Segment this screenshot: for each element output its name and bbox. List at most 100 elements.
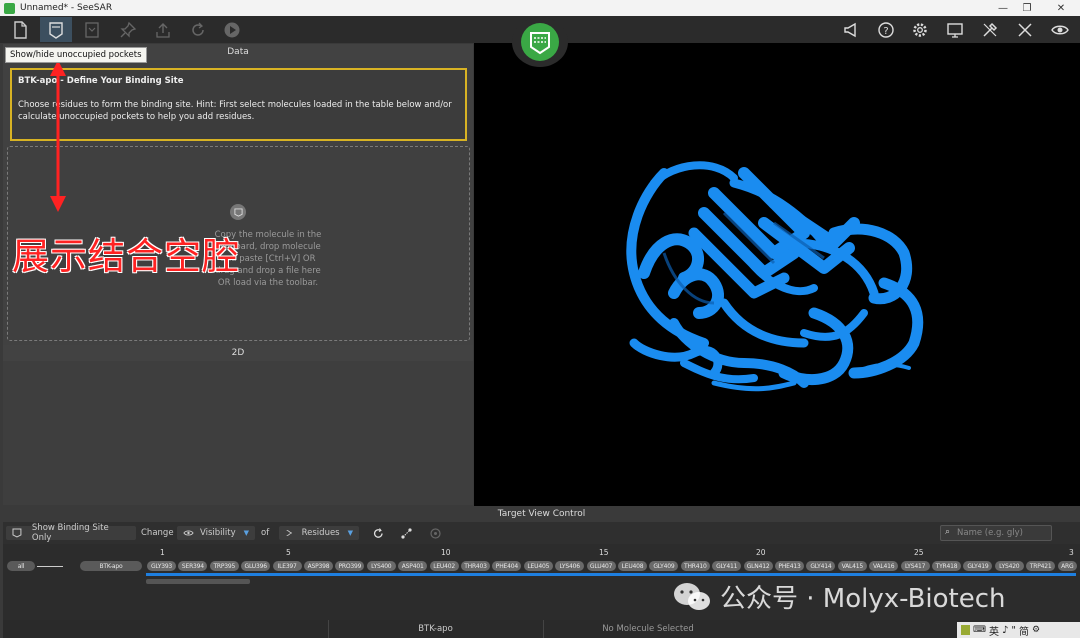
residue-chip[interactable]: GLN412 (743, 561, 773, 571)
residue-chip[interactable]: PRO399 (335, 561, 365, 571)
status-target: BTK-apo (418, 624, 453, 634)
residue-chip[interactable]: PHE413 (775, 561, 804, 571)
residue-chip[interactable]: TRP395 (209, 561, 239, 571)
refresh-icon (192, 22, 204, 36)
ime-logo-icon (961, 625, 970, 635)
ruler-number: 5 (286, 548, 291, 557)
help-button[interactable]: ? (870, 17, 902, 42)
play-icon (224, 22, 240, 37)
protein-ribbon (626, 161, 924, 392)
residues-dropdown[interactable]: Residues ▼ (279, 526, 359, 540)
help-icon: ? (878, 21, 894, 38)
residue-chip[interactable]: LYS400 (366, 561, 396, 571)
residue-chip[interactable]: GLY411 (712, 561, 742, 571)
residue-chip[interactable]: GLY409 (649, 561, 679, 571)
pin-button[interactable] (112, 17, 144, 42)
residue-chip[interactable]: GLY414 (806, 561, 836, 571)
ruler-number: 15 (599, 548, 609, 557)
pocket-save-button[interactable] (76, 17, 108, 42)
gear-icon (913, 22, 927, 37)
announce-button[interactable] (835, 17, 867, 42)
residue-search-input[interactable]: ⌕ Name (e.g. gly) (940, 525, 1052, 541)
link-icon (401, 527, 412, 539)
residue-chip[interactable]: TRP421 (1026, 561, 1056, 571)
ruler-number: 3 (1069, 548, 1074, 557)
keyboard-icon: ⌨ (973, 625, 986, 635)
refresh-button[interactable] (182, 17, 214, 42)
twod-panel (3, 361, 473, 505)
label-button[interactable] (429, 526, 442, 540)
status-molecule: No Molecule Selected (602, 624, 694, 634)
residue-chip[interactable]: GLY393 (147, 561, 176, 571)
residue-chip[interactable]: PHE404 (492, 561, 522, 571)
target-view-control-header: Target View Control (3, 506, 1080, 521)
residue-chip[interactable]: GLU407 (586, 561, 616, 571)
tools-button[interactable] (974, 17, 1006, 42)
ruler-number: 1 (160, 548, 165, 557)
annotation-label: 展示结合空腔 (12, 235, 240, 278)
visibility-dropdown[interactable]: Visibility ▼ (177, 526, 255, 540)
residue-chip[interactable]: TYR418 (932, 561, 961, 571)
ruler-number: 10 (441, 548, 451, 557)
protein-3d-view[interactable] (474, 43, 1080, 506)
residue-chip[interactable]: LYS420 (994, 561, 1024, 571)
residue-chip[interactable]: THR410 (680, 561, 710, 571)
window-title: Unnamed* - SeeSAR (20, 3, 113, 13)
show-binding-site-button[interactable]: Show Binding Site Only (6, 523, 136, 543)
annotation-arrow (50, 60, 66, 212)
svg-text:?: ? (883, 26, 888, 37)
pocket-icon (230, 204, 246, 220)
residue-chip[interactable]: ARG (1057, 561, 1077, 571)
residue-chip[interactable]: VAL415 (837, 561, 867, 571)
edit-tools-button[interactable] (1009, 17, 1041, 42)
chevron-down-icon: ▼ (243, 529, 249, 537)
residue-chip[interactable]: ASP401 (398, 561, 428, 571)
document-pocket-icon (85, 21, 99, 38)
residue-chip[interactable]: LYS406 (555, 561, 585, 571)
pocket-mode-badge[interactable] (511, 17, 569, 69)
residue-chip[interactable]: LEU405 (523, 561, 553, 571)
restore-button[interactable]: ❐ (1010, 0, 1044, 16)
residue-chip[interactable]: ILE397 (272, 561, 302, 571)
eye-icon (183, 530, 194, 536)
residue-icon (286, 529, 292, 537)
play-button[interactable] (216, 17, 248, 42)
residue-chip[interactable]: LEU408 (618, 561, 647, 571)
residue-chip[interactable]: THR403 (461, 561, 490, 571)
tools-icon (983, 22, 998, 37)
search-icon: ⌕ (945, 527, 951, 537)
chain-line (37, 566, 63, 567)
residue-chip[interactable]: LYS417 (900, 561, 930, 571)
pocket-icon (49, 21, 63, 39)
all-chains-chip[interactable]: all (7, 561, 35, 571)
close-button[interactable]: ✕ (1044, 0, 1078, 16)
chevron-down-icon: ▼ (347, 529, 353, 537)
megaphone-icon (844, 22, 856, 37)
display-button[interactable] (939, 17, 971, 42)
selection-bar (146, 573, 1076, 576)
pocket-icon (12, 528, 22, 538)
residue-chip[interactable]: SER394 (178, 561, 208, 571)
pockets-button[interactable] (40, 17, 72, 42)
chain-chip[interactable]: BTK-apo (80, 561, 142, 571)
residue-chip[interactable]: LEU402 (429, 561, 459, 571)
twod-panel-header: 2D (3, 345, 473, 361)
tooltip: Show/hide unoccupied pockets (5, 47, 147, 63)
residue-chip[interactable]: VAL416 (869, 561, 899, 571)
tag-icon (430, 527, 441, 539)
export-button[interactable] (147, 17, 179, 42)
settings-button[interactable] (904, 17, 936, 42)
view-button[interactable] (1044, 17, 1076, 42)
residue-chip[interactable]: ASP398 (304, 561, 333, 571)
reset-rotation-button[interactable] (372, 526, 385, 540)
ime-indicator[interactable]: ⌨ 英 ♪ " 简 ⚙ (957, 622, 1080, 638)
residue-chip[interactable]: GLU396 (241, 561, 271, 571)
connect-button[interactable] (400, 526, 413, 540)
info-title: BTK-apo - Define Your Binding Site (18, 76, 184, 86)
horizontal-scrollbar[interactable] (146, 579, 250, 584)
new-file-button[interactable] (4, 17, 36, 42)
file-icon (14, 20, 27, 39)
residue-chip[interactable]: GLY419 (963, 561, 993, 571)
wrench-icon (1018, 22, 1032, 37)
title-bar: Unnamed* - SeeSAR — ❐ ✕ (0, 0, 1080, 16)
